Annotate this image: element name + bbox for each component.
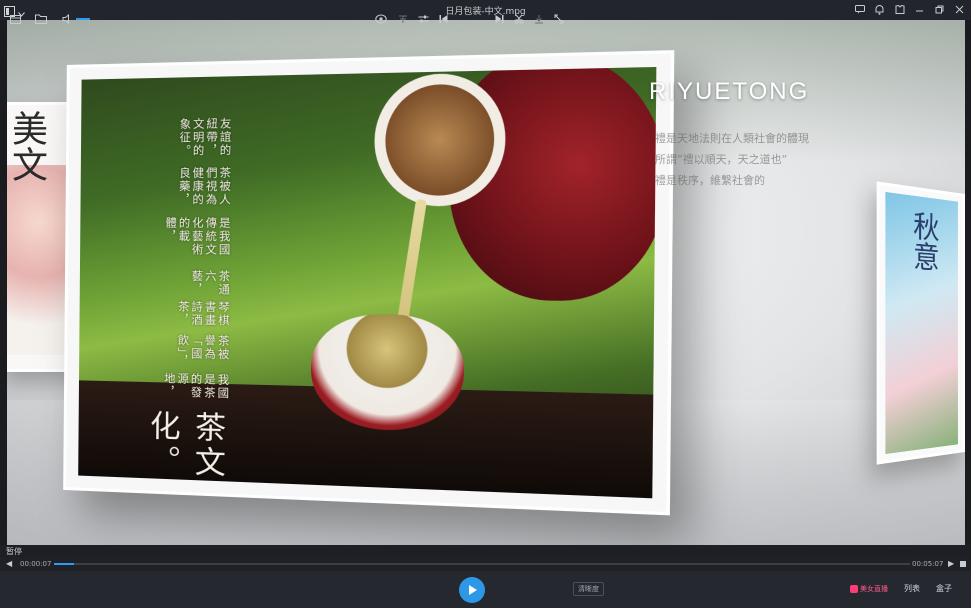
- live-icon: [850, 585, 858, 593]
- side-text-line: 禮是秩序，維繫社會的: [655, 174, 765, 187]
- seek-row: ◀ 00:00:07 00:05:07 ▶: [0, 557, 971, 571]
- poem-line: 我國是茶的發源地，: [162, 372, 230, 401]
- brand-text: RIYUETONG: [649, 78, 810, 105]
- subtitle-icon[interactable]: [396, 0, 410, 37]
- poem-line: 是我國傳統文化藝術的載體，: [163, 216, 232, 257]
- 3d-icon[interactable]: [374, 0, 388, 37]
- poem-line: 友誼的紐帶，文明的象征。: [177, 117, 233, 158]
- live-stream-button[interactable]: 美女直播: [850, 583, 888, 595]
- previous-icon[interactable]: [436, 0, 450, 37]
- poem-line: 茶被人們視為健康的良藥，: [177, 166, 232, 208]
- control-bar: [0, 571, 971, 608]
- fullscreen-icon[interactable]: [552, 0, 566, 37]
- side-text-block: 禮是天地法則在人類社會的體現 所謂“禮以順天，天之道也” 禮是秩序，維繫社會的: [655, 128, 809, 191]
- side-text-line: 所謂“禮以順天，天之道也”: [655, 153, 788, 166]
- equalizer-icon[interactable]: [416, 0, 430, 37]
- seek-back-icon[interactable]: ◀: [6, 559, 12, 568]
- download-icon[interactable]: [532, 0, 546, 37]
- poem-block: 茶文化。 我國是茶的發源地， 茶被譽為「國飲」， 琴棋書畫詩酒茶， 茶通六藝， …: [138, 117, 232, 481]
- folder-icon[interactable]: [34, 0, 48, 37]
- title-bar: 日月包装-中文.mpg: [0, 0, 971, 20]
- chat-icon[interactable]: [854, 3, 865, 16]
- next-icon[interactable]: [492, 0, 506, 37]
- box-button[interactable]: 盒子: [936, 583, 952, 594]
- main-photo-panel: 茶文化。 我國是茶的發源地， 茶被譽為「國飲」， 琴棋書畫詩酒茶， 茶通六藝， …: [63, 50, 675, 516]
- tea-scene: 茶文化。 我國是茶的發源地， 茶被譽為「國飲」， 琴棋書畫詩酒茶， 茶通六藝， …: [78, 66, 657, 499]
- current-time: 00:00:07: [20, 560, 52, 568]
- seek-bar[interactable]: [54, 563, 910, 565]
- window-title: 日月包装-中文.mpg: [445, 7, 526, 17]
- seek-forward-icon[interactable]: ▶: [948, 559, 954, 568]
- poem-line: 琴棋書畫詩酒茶，: [176, 300, 231, 328]
- side-text-line: 禮是天地法則在人類社會的體現: [655, 132, 809, 145]
- clarity-button[interactable]: 清晰度: [573, 582, 604, 596]
- status-row: 暂停: [0, 545, 971, 557]
- total-time: 00:05:07: [912, 560, 944, 568]
- window-controls: [854, 3, 965, 16]
- volume-icon[interactable]: [60, 0, 74, 37]
- live-stream-label: 美女直播: [860, 585, 888, 593]
- poem-line: 茶通六藝，: [190, 269, 231, 297]
- close-icon[interactable]: [954, 3, 965, 16]
- status-text: 暂停: [6, 547, 22, 556]
- right-photo-panel: 秋意: [876, 181, 965, 465]
- right-panel-characters: 秋意: [907, 209, 939, 272]
- poem-title: 茶文化。: [143, 409, 226, 482]
- playlist-button[interactable]: 列表: [904, 583, 920, 594]
- skin-icon[interactable]: [894, 3, 905, 16]
- video-area[interactable]: 美文 茶文化。 我國是茶的發源地， 茶被譽為「國飲」， 琴棋書畫詩酒茶， 茶通六…: [7, 20, 965, 545]
- restore-icon[interactable]: [934, 3, 945, 16]
- bell-icon[interactable]: [874, 3, 885, 16]
- left-panel-characters: 美文: [7, 110, 47, 182]
- volume-slider[interactable]: [76, 18, 90, 20]
- minimize-icon[interactable]: [914, 3, 925, 16]
- seek-bar-fill: [54, 563, 74, 565]
- poem-line: 茶被譽為「國飲」，: [176, 334, 231, 369]
- stop-icon[interactable]: [960, 561, 966, 567]
- home-icon[interactable]: [8, 0, 22, 37]
- scissors-icon[interactable]: [512, 0, 526, 37]
- play-button[interactable]: [459, 577, 485, 603]
